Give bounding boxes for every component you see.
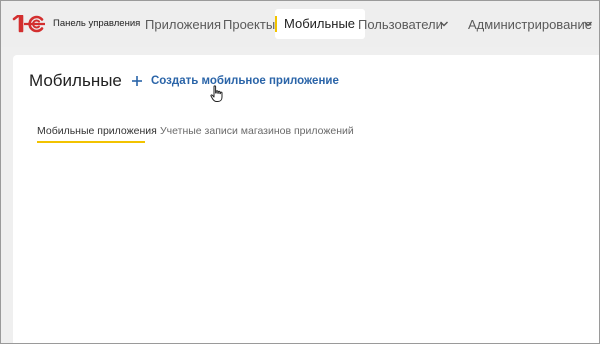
nav-item-users[interactable]: Пользователи <box>358 17 443 32</box>
tab-mobile-applications[interactable]: Мобильные приложения <box>37 125 157 137</box>
plus-icon <box>131 75 143 87</box>
chevron-down-icon[interactable] <box>583 19 593 29</box>
nav-item-administration[interactable]: Администрирование <box>468 17 592 32</box>
app-window: Панель управления Приложения Проекты Моб… <box>0 0 600 344</box>
main-content-card: Мобильные Создать мобильное приложение М… <box>13 55 599 343</box>
nav-item-projects[interactable]: Проекты <box>223 17 275 32</box>
nav-item-mobile[interactable]: Мобильные <box>275 9 366 39</box>
page-title: Мобильные <box>29 71 122 90</box>
1c-logo[interactable] <box>11 15 45 33</box>
create-mobile-app-button[interactable]: Создать мобильное приложение <box>131 71 339 91</box>
active-tab-indicator <box>37 141 145 143</box>
tab-app-store-accounts[interactable]: Учетные записи магазинов приложений <box>160 125 354 137</box>
control-panel-title: Панель управления <box>53 18 141 29</box>
chevron-down-icon[interactable] <box>439 19 449 29</box>
nav-item-applications[interactable]: Приложения <box>145 17 221 32</box>
top-navigation-bar: Панель управления Приложения Проекты Моб… <box>1 1 599 47</box>
hand-cursor-icon <box>210 85 224 103</box>
create-mobile-app-label: Создать мобильное приложение <box>151 75 339 87</box>
